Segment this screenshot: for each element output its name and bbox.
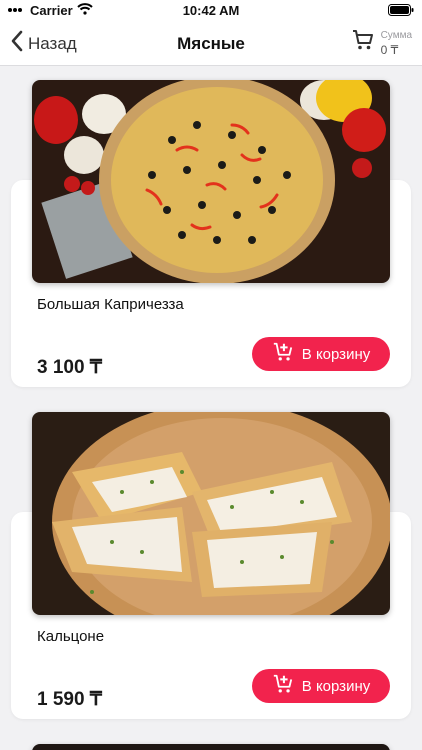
product-image-capricciosa[interactable]: [32, 80, 390, 283]
battery-icon: [388, 4, 414, 19]
product-price: 3 100 ₸: [37, 357, 102, 378]
nav-bar: Назад Мясные Сумма 0 ₸: [0, 22, 422, 66]
cart-text: Сумма 0 ₸: [381, 29, 412, 57]
add-to-cart-button[interactable]: В корзину: [252, 337, 390, 371]
status-time: 10:42 AM: [182, 3, 240, 18]
product-image-next[interactable]: [32, 744, 390, 750]
cart-sum: 0 ₸: [380, 42, 399, 57]
cart-label: Сумма: [380, 29, 412, 41]
product-price: 1 590 ₸: [37, 689, 102, 710]
shopping-cart-icon: [351, 28, 375, 57]
product-name: Кальцоне: [37, 628, 105, 645]
cart-plus-icon: [272, 341, 294, 367]
status-bar: Carrier 10:42 AM: [0, 0, 422, 22]
cart-summary-button[interactable]: Сумма 0 ₸: [351, 28, 412, 57]
cart-plus-icon: [272, 673, 294, 699]
add-to-cart-label: В корзину: [301, 677, 371, 695]
add-to-cart-label: В корзину: [301, 345, 371, 363]
product-image-calzone[interactable]: [32, 412, 390, 615]
product-list[interactable]: Большая Капричезза 3 100 ₸ В корзину Кал…: [0, 67, 422, 750]
product-name: Большая Капричезза: [37, 296, 184, 313]
add-to-cart-button[interactable]: В корзину: [252, 669, 390, 703]
